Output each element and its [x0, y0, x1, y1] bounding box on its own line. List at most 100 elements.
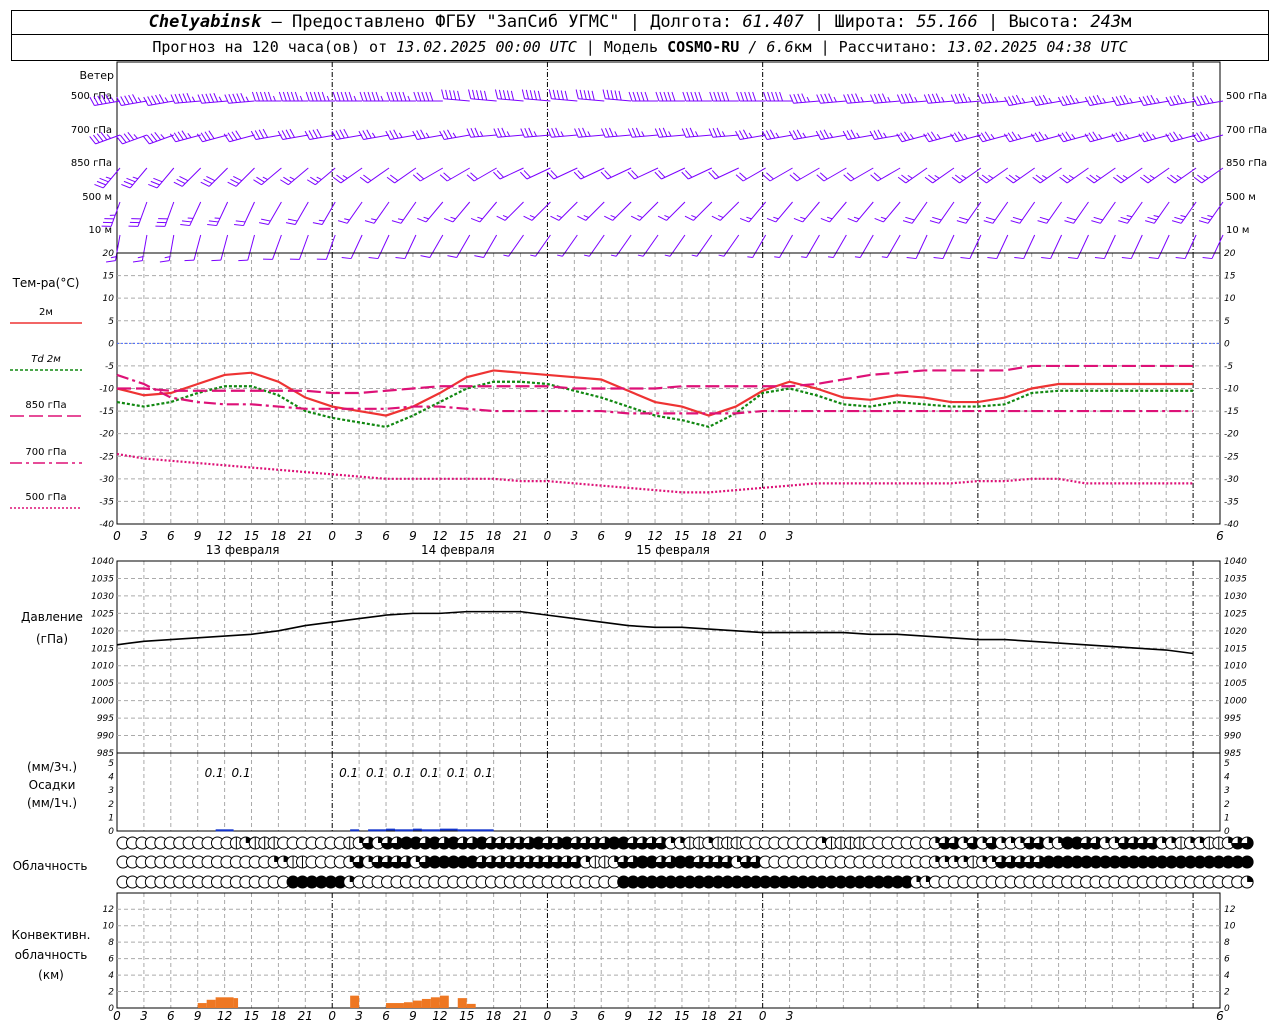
wind-barb-full [363, 91, 368, 102]
wind-barb-full [211, 259, 221, 262]
panel-border [116, 892, 1221, 1009]
wind-barb-half [502, 214, 509, 219]
wind-barb-full [716, 127, 722, 137]
wind-barb-full [900, 132, 907, 141]
wind-barb-full [739, 217, 750, 223]
wind-barb-half [1203, 174, 1209, 179]
wind-barb-half [1071, 134, 1076, 139]
convective-bar [386, 1003, 404, 1008]
wind-barb-full [254, 130, 261, 140]
convective-axis-title: (км) [38, 968, 64, 982]
wind-barb-full [959, 216, 969, 221]
wind-barb-full [819, 130, 826, 140]
temp-tick-right: 10 [1224, 294, 1236, 304]
wind-barb-full [332, 91, 337, 102]
wind-barb-half [479, 131, 484, 137]
wind-barb-half [380, 95, 384, 102]
wind-barb-half [637, 214, 643, 219]
wind-barb-full [960, 256, 970, 260]
hour-label: 0 [328, 529, 336, 543]
wind-barb-full [443, 130, 449, 140]
wind-barb-full [601, 128, 606, 138]
wind-barb-half [773, 216, 779, 220]
wind-barb-full [933, 256, 944, 260]
wind-barb-full [389, 130, 395, 140]
wind-barb-full [681, 128, 687, 138]
wind-barb-full [285, 222, 296, 226]
wind-barb-full [280, 179, 289, 186]
temp-legend-label: Td 2м [31, 354, 61, 365]
wind-barb-full [1177, 94, 1183, 104]
wind-barb-full [614, 90, 618, 100]
wind-barb-full [667, 91, 672, 102]
wind-barb-full [1201, 216, 1211, 221]
wind-barb-staff [1211, 234, 1224, 259]
wind-barb-full [985, 216, 996, 221]
wind-barb-full [510, 90, 515, 101]
wind-barb-full [263, 91, 268, 102]
wind-barb-full [1011, 95, 1018, 105]
wind-barb-full [657, 215, 667, 221]
pressure-tick-right: 1025 [1224, 609, 1247, 619]
hour-label-bottom: 6 [597, 1009, 605, 1023]
panel-border [116, 252, 1221, 525]
temp-tick-right: -5 [1224, 362, 1233, 372]
wind-barb-full [232, 93, 238, 103]
wind-barb-staff [806, 234, 820, 258]
wind-barb-full [740, 91, 745, 102]
wind-barb-full [395, 256, 405, 260]
wind-barb-full [359, 176, 369, 184]
temp-tick-left: -5 [105, 362, 114, 372]
wind-barb-half [407, 95, 411, 102]
wind-barb-staff [483, 234, 498, 258]
wind-barb-staff [298, 234, 309, 260]
temp-tick-left: 15 [103, 272, 115, 282]
wind-barb-full [981, 94, 987, 104]
temp-tick-right: -25 [1224, 452, 1239, 462]
wind-barb-staff [859, 234, 874, 258]
wind-barb-full [197, 94, 203, 104]
wind-barb-full [736, 91, 741, 102]
wind-barb-full [739, 130, 745, 140]
wind-barb-half [557, 254, 563, 257]
temp-tick-right: -35 [1224, 497, 1239, 507]
wind-barb-full [632, 91, 637, 102]
wind-barb-staff [429, 234, 444, 258]
wind-barb-full [287, 218, 298, 222]
pressure-tick-right: 995 [1224, 714, 1241, 724]
wind-barb-full [240, 92, 246, 103]
meteogram-svg: Ветер 500 гПа 500 гПа 700 гПа 700 гПа 850 гПа… [10, 61, 1267, 1023]
wind-barb-full [386, 176, 395, 184]
wind-barb-full [905, 216, 915, 221]
wind-barb-full [574, 128, 579, 138]
hour-label: 21 [298, 529, 313, 543]
wind-barb-full [1173, 131, 1180, 140]
wind-barb-full [417, 217, 427, 223]
hour-label-bottom: 0 [759, 1009, 767, 1023]
wind-barb-full [771, 91, 776, 102]
hour-label-bottom: 18 [486, 1009, 502, 1023]
wind-barb-full [1123, 94, 1129, 104]
wind-barb-full [1169, 132, 1176, 141]
wind-barb-full [316, 128, 322, 138]
hour-label-bottom: 12 [217, 1009, 232, 1023]
wind-barb-full [1069, 94, 1076, 104]
precip-value-label: 0.1 [366, 766, 385, 780]
convective-tick-right: 6 [1224, 955, 1230, 965]
wind-barb-full [927, 94, 933, 104]
hour-label: 6 [382, 529, 390, 543]
wind-barb-half [718, 254, 724, 257]
wind-barb-full [900, 94, 906, 104]
wind-barb-full [124, 95, 130, 105]
wind-barb-full [155, 94, 161, 104]
wind-barb-full [635, 127, 641, 137]
wind-barb-half [423, 216, 429, 220]
wind-barb-full [779, 91, 784, 102]
wind-barb-full [290, 91, 295, 102]
precip-tick-left: 1 [108, 813, 114, 823]
wind-barb-full [501, 127, 507, 137]
convective-bar [233, 998, 239, 1008]
wind-barb-full [630, 215, 640, 221]
wind-barb-full [520, 128, 525, 138]
wind-barb-full [132, 94, 138, 103]
